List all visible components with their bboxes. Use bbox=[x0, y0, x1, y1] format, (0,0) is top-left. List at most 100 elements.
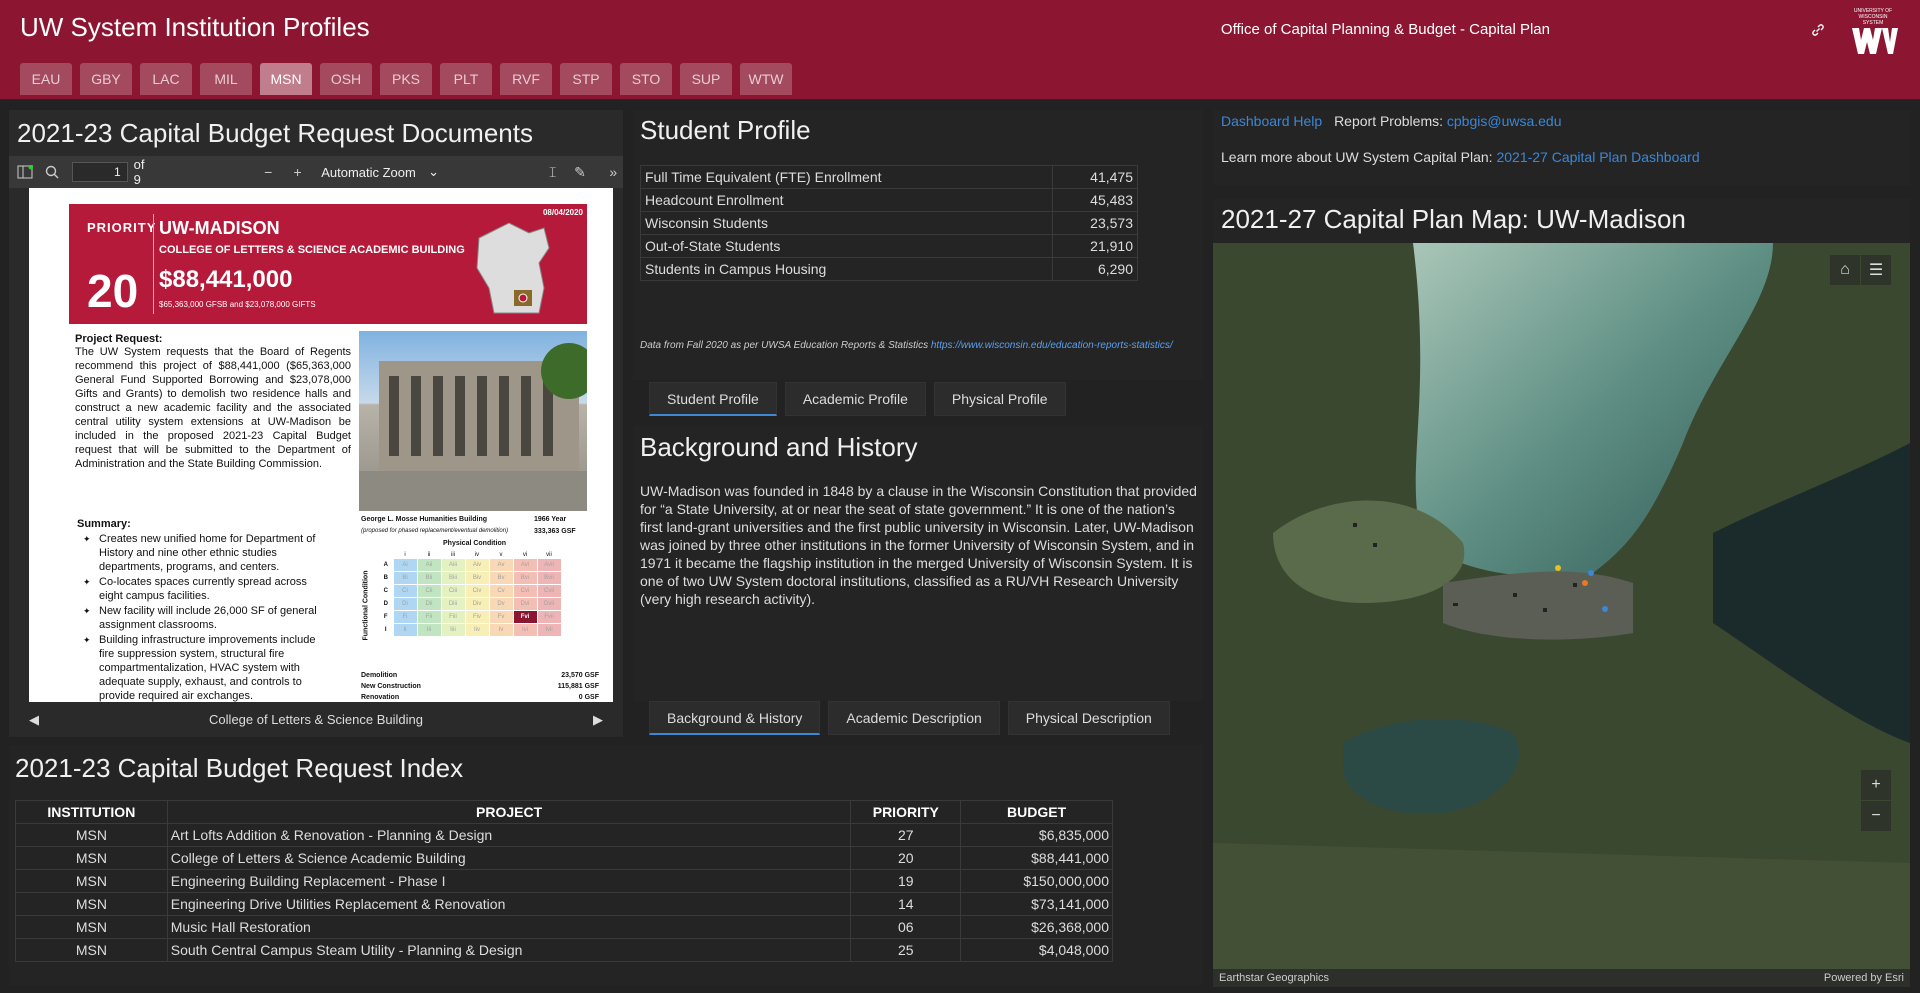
tab-sto[interactable]: STO bbox=[620, 63, 672, 95]
tab-academic-profile[interactable]: Academic Profile bbox=[784, 382, 926, 416]
background-text: UW-Madison was founded in 1848 by a clau… bbox=[640, 483, 1197, 607]
condition-cell: Dvi bbox=[512, 597, 538, 611]
tab-background-history[interactable]: Background & History bbox=[649, 701, 821, 735]
profile-value: 6,290 bbox=[1052, 257, 1138, 281]
profile-value: 41,475 bbox=[1052, 165, 1138, 189]
dashboard-help-link[interactable]: Dashboard Help bbox=[1221, 113, 1322, 129]
index-header-cell[interactable]: INSTITUTION bbox=[15, 800, 168, 824]
profile-label: Students in Campus Housing bbox=[640, 257, 1053, 281]
doc-project: COLLEGE OF LETTERS & SCIENCE ACADEMIC BU… bbox=[159, 244, 465, 256]
office-title: Office of Capital Planning & Budget - Ca… bbox=[1220, 21, 1550, 38]
table-cell: $150,000,000 bbox=[960, 869, 1113, 893]
table-row[interactable]: MSN Engineering Building Replacement - Ph… bbox=[15, 869, 1113, 893]
tab-mil[interactable]: MIL bbox=[200, 63, 252, 95]
map-panel: 2021-27 Capital Plan Map: UW-Madison ⌂ ☰… bbox=[1213, 199, 1910, 987]
condition-cell: Iiv bbox=[464, 623, 490, 637]
background-panel: Background and History UW-Madison was fo… bbox=[633, 426, 1203, 701]
table-row[interactable]: MSN Art Lofts Addition & Renovation - Pla… bbox=[15, 823, 1113, 847]
tab-gby[interactable]: GBY bbox=[80, 63, 132, 95]
request-text: The UW System requests that the Board of… bbox=[75, 346, 351, 470]
condition-cell: Dii bbox=[416, 597, 442, 611]
satellite-map[interactable]: ⌂ ☰ + − Earthstar Geographics Powered by… bbox=[1213, 243, 1910, 987]
index-header-cell[interactable]: PRIORITY bbox=[850, 800, 962, 824]
student-profile-row: Wisconsin Students 23,573 bbox=[640, 211, 1138, 235]
text-select-icon[interactable]: 𝙸 bbox=[543, 162, 562, 182]
powered-by-text: Powered by Esri bbox=[1823, 972, 1904, 984]
tab-lac[interactable]: LAC bbox=[140, 63, 192, 95]
summary-heading: Summary: bbox=[77, 518, 131, 530]
tab-msn[interactable]: MSN bbox=[260, 63, 312, 95]
sidebar-toggle-icon[interactable] bbox=[15, 162, 34, 182]
table-cell: MSN bbox=[15, 938, 168, 962]
page-count: of 9 bbox=[133, 157, 145, 187]
app-header: UW System Institution Profiles EAU GBY LAC… bbox=[0, 0, 1920, 100]
prev-page-icon[interactable]: ◀ bbox=[29, 712, 39, 728]
map-title: 2021-27 Capital Plan Map: UW-Madison bbox=[1221, 204, 1686, 234]
doc-funding: $65,363,000 GFSB and $23,078,000 GIFTS bbox=[159, 300, 316, 309]
table-cell: $26,368,000 bbox=[960, 915, 1113, 939]
footnote-link[interactable]: https://www.wisconsin.edu/education-repo… bbox=[931, 340, 1173, 351]
tab-student-profile[interactable]: Student Profile bbox=[649, 382, 777, 416]
summary-item: Creates new unified home for Department … bbox=[83, 532, 317, 574]
zoom-in-map-icon[interactable]: + bbox=[1861, 770, 1891, 800]
capital-plan-dashboard-link[interactable]: 2021-27 Capital Plan Dashboard bbox=[1496, 149, 1699, 165]
pdf-page: PRIORITY 20 UW-MADISON COLLEGE OF LETTER… bbox=[29, 188, 613, 702]
tab-rvf[interactable]: RVF bbox=[500, 63, 552, 95]
index-header-cell[interactable]: PROJECT bbox=[166, 800, 852, 824]
profile-value: 23,573 bbox=[1052, 211, 1138, 235]
tab-pks[interactable]: PKS bbox=[380, 63, 432, 95]
student-profile-row: Full Time Equivalent (FTE) Enrollment 41,… bbox=[640, 165, 1138, 189]
table-row[interactable]: MSN College of Letters & Science Academic… bbox=[15, 846, 1113, 870]
table-cell: 20 bbox=[850, 846, 962, 870]
zoom-out-map-icon[interactable]: − bbox=[1861, 801, 1891, 831]
tab-eau[interactable]: EAU bbox=[20, 63, 72, 95]
legend-list-icon[interactable]: ☰ bbox=[1861, 255, 1891, 285]
tab-osh[interactable]: OSH bbox=[320, 63, 372, 95]
report-email-link[interactable]: cpbgis@uwsa.edu bbox=[1447, 113, 1562, 129]
condition-cell: Fi bbox=[392, 610, 418, 624]
condition-row-label: C bbox=[383, 588, 388, 594]
zoom-in-icon[interactable]: + bbox=[288, 162, 307, 182]
condition-cell: Ivii bbox=[536, 623, 562, 637]
building-photo bbox=[359, 331, 587, 511]
table-cell: 19 bbox=[850, 869, 962, 893]
condition-row-label: I bbox=[384, 627, 387, 633]
index-header-cell[interactable]: BUDGET bbox=[960, 800, 1113, 824]
zoom-out-icon[interactable]: − bbox=[259, 162, 278, 182]
condition-cell: Av bbox=[488, 558, 514, 572]
tab-wtw[interactable]: WTW bbox=[740, 63, 792, 95]
priority-label: PRIORITY bbox=[87, 220, 157, 235]
home-icon[interactable]: ⌂ bbox=[1830, 255, 1860, 285]
condition-cell: Diii bbox=[440, 597, 466, 611]
next-page-icon[interactable]: ▶ bbox=[593, 712, 603, 728]
pdf-nav-label: College of Letters & Science Building bbox=[209, 712, 423, 727]
pen-icon[interactable]: ✎ bbox=[570, 162, 589, 182]
table-row[interactable]: MSN South Central Campus Steam Utility - … bbox=[15, 938, 1113, 962]
budget-index-panel: 2021-23 Capital Budget Request Index INS… bbox=[9, 745, 1203, 985]
link-icon[interactable] bbox=[1810, 22, 1826, 38]
background-tabs: Background & History Academic Description… bbox=[649, 701, 1170, 735]
tab-academic-description[interactable]: Academic Description bbox=[828, 701, 1000, 735]
more-tools-icon[interactable]: » bbox=[604, 162, 623, 182]
budget-index-title: 2021-23 Capital Budget Request Index bbox=[15, 753, 464, 783]
help-panel: Dashboard Help Report Problems: cpbgis@u… bbox=[1213, 110, 1910, 185]
tab-plt[interactable]: PLT bbox=[440, 63, 492, 95]
map-imagery bbox=[1213, 243, 1910, 987]
table-row[interactable]: MSN Engineering Drive Utilities Replaceme… bbox=[15, 892, 1113, 916]
table-row[interactable]: MSN Music Hall Restoration 06 $26,368,000 bbox=[15, 915, 1113, 939]
condition-cell: Dvii bbox=[536, 597, 562, 611]
tab-sup[interactable]: SUP bbox=[680, 63, 732, 95]
page-number-input[interactable] bbox=[71, 162, 128, 182]
condition-cell: Ivi bbox=[512, 623, 538, 637]
tab-physical-profile[interactable]: Physical Profile bbox=[933, 382, 1066, 416]
student-profile-panel: Student Profile Full Time Equivalent (FT… bbox=[633, 110, 1203, 380]
table-cell: $88,441,000 bbox=[960, 846, 1113, 870]
condition-cell: Cv bbox=[488, 584, 514, 598]
tab-stp[interactable]: STP bbox=[560, 63, 612, 95]
tab-physical-description[interactable]: Physical Description bbox=[1007, 701, 1170, 735]
footnote-text: Data from Fall 2020 as per UWSA Educatio… bbox=[640, 340, 929, 351]
condition-cell: Div bbox=[464, 597, 490, 611]
zoom-select[interactable]: Automatic Zoom ⌄ bbox=[315, 161, 446, 183]
search-icon[interactable] bbox=[42, 162, 61, 182]
priority-number: 20 bbox=[87, 265, 139, 317]
